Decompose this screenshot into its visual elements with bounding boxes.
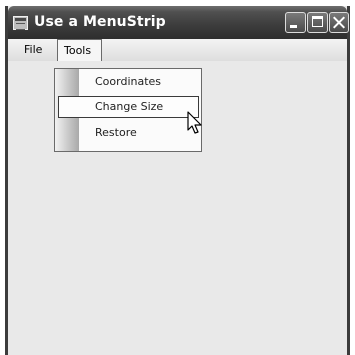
menu-item-change-size[interactable]: Change Size bbox=[58, 96, 199, 118]
mouse-pointer-icon bbox=[187, 111, 202, 134]
menu-tools[interactable]: Tools bbox=[57, 39, 102, 61]
main-window: Use a MenuStrip File Tools bbox=[5, 6, 350, 355]
tools-dropdown-menu: Coordinates Change Size Restore bbox=[54, 68, 202, 152]
window-title: Use a MenuStrip bbox=[34, 14, 166, 30]
menu-item-coordinates[interactable]: Coordinates bbox=[58, 72, 199, 94]
title-bar[interactable]: Use a MenuStrip bbox=[8, 6, 349, 39]
menu-strip: File Tools bbox=[8, 39, 347, 61]
maximize-icon[interactable] bbox=[307, 12, 328, 33]
app-window-icon[interactable] bbox=[13, 16, 28, 30]
menu-file[interactable]: File bbox=[24, 39, 42, 61]
menu-item-restore[interactable]: Restore bbox=[58, 123, 199, 145]
minimize-icon[interactable] bbox=[285, 12, 306, 33]
close-icon[interactable] bbox=[329, 12, 349, 33]
